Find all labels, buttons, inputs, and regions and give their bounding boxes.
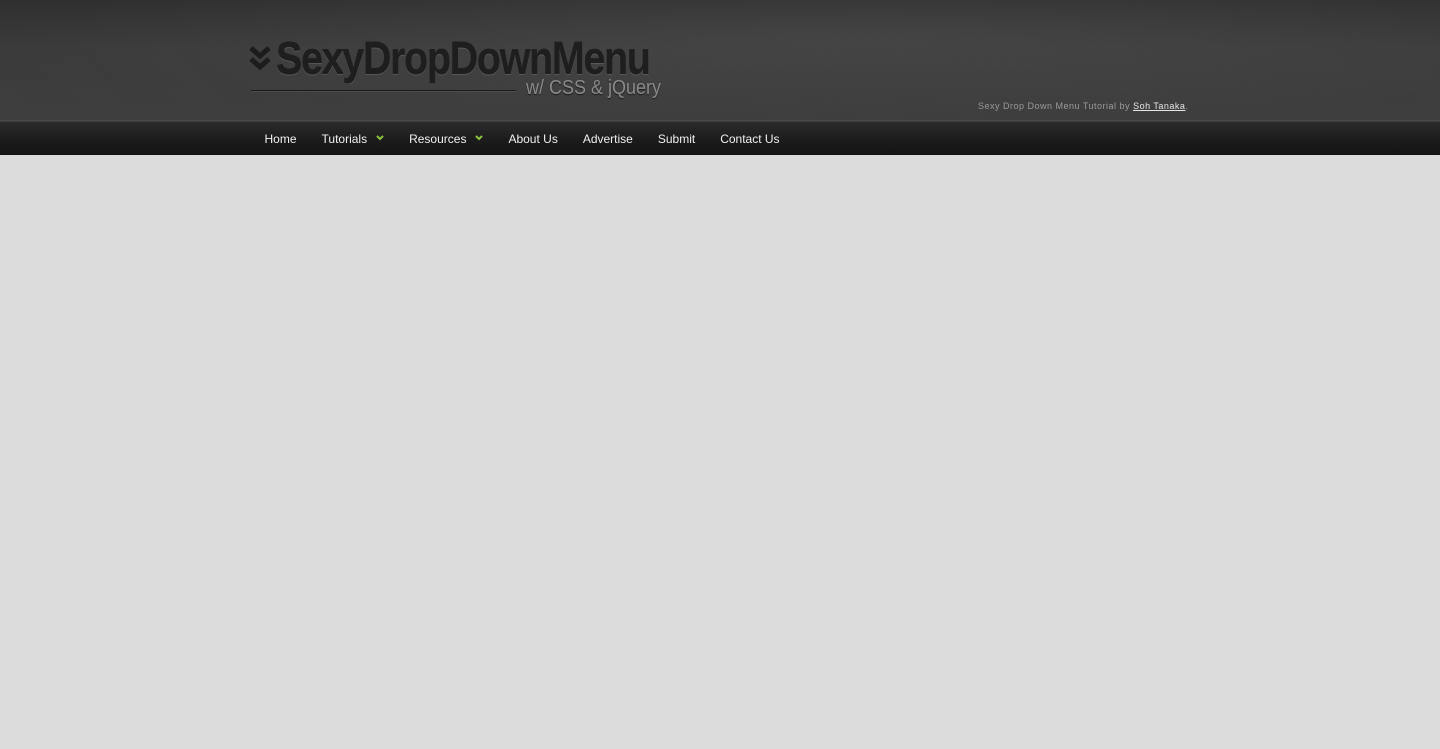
site-header: SexyDropDownMenu w/ CSS & jQuery Sexy Dr… (0, 0, 1440, 121)
nav-item-label: Resources (409, 131, 467, 146)
nav-item-label: Advertise (582, 131, 633, 146)
nav-item-submit[interactable]: Submit (645, 122, 707, 155)
nav-item-tutorials[interactable]: Tutorials (309, 122, 397, 155)
double-chevron-down-icon (249, 46, 271, 71)
credit-prefix: Sexy Drop Down Menu Tutorial by (978, 101, 1134, 111)
nav-item-label: About Us (508, 131, 558, 146)
nav-item-resources[interactable]: Resources (397, 122, 496, 155)
logo-subtitle: w/ CSS & jQuery (526, 77, 662, 99)
nav-item-label: Home (264, 131, 297, 146)
chevron-down-icon[interactable] (475, 134, 484, 142)
credit-text: Sexy Drop Down Menu Tutorial by Soh Tana… (978, 101, 1188, 111)
nav-menu: Home Tutorials Resources About Us Advert… (252, 122, 792, 155)
nav-item-about-us[interactable]: About Us (496, 122, 570, 155)
credit-suffix: . (1185, 101, 1189, 111)
author-link[interactable]: Soh Tanaka (1133, 101, 1185, 111)
main-content-area (0, 155, 1440, 749)
nav-item-label: Contact Us (720, 131, 780, 146)
nav-item-advertise[interactable]: Advertise (570, 122, 645, 155)
main-navigation: Home Tutorials Resources About Us Advert… (0, 121, 1440, 155)
chevron-down-icon[interactable] (376, 134, 384, 142)
nav-item-home[interactable]: Home (252, 122, 309, 155)
site-logo[interactable]: SexyDropDownMenu w/ CSS & jQuery (249, 30, 669, 105)
nav-item-label: Tutorials (321, 131, 368, 146)
nav-item-contact-us[interactable]: Contact Us (708, 122, 792, 155)
logo-divider (251, 90, 516, 91)
nav-item-label: Submit (657, 131, 696, 146)
